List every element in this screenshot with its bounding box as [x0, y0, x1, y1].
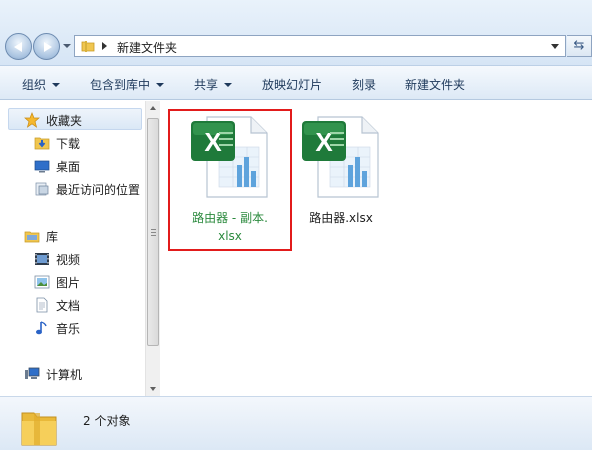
- library-icon: [24, 231, 40, 243]
- file-name-line1: 路由器.xlsx: [309, 211, 373, 225]
- nav-item-music[interactable]: 音乐: [34, 319, 80, 337]
- refresh-button[interactable]: ⇆: [567, 35, 592, 57]
- nav-label: 文档: [56, 298, 81, 313]
- nav-label: 计算机: [46, 367, 83, 382]
- documents-icon: [36, 297, 48, 313]
- refresh-icon: ⇆: [573, 38, 585, 53]
- scroll-up-arrow-icon[interactable]: [150, 106, 156, 110]
- toolbar-organize[interactable]: 组织: [22, 76, 61, 93]
- toolbar-slideshow-label: 放映幻灯片: [262, 78, 323, 92]
- nav-item-pictures[interactable]: 图片: [34, 273, 80, 291]
- recent-pages-dropdown[interactable]: [63, 44, 71, 48]
- back-arrow-icon: [14, 42, 22, 52]
- download-folder-icon: [34, 137, 50, 150]
- computer-icon: [25, 367, 40, 379]
- address-path: 新建文件夹: [117, 41, 178, 55]
- star-icon: [24, 112, 40, 128]
- video-icon: [35, 253, 49, 265]
- toolbar-include-label: 包含到库中: [90, 78, 151, 92]
- scrollbar-thumb[interactable]: [147, 118, 159, 346]
- nav-label: 视频: [56, 252, 81, 267]
- nav-item-documents[interactable]: 文档: [34, 296, 80, 314]
- back-button[interactable]: [5, 33, 32, 60]
- toolbar-burn[interactable]: 刻录: [352, 76, 376, 93]
- forward-button[interactable]: [33, 33, 60, 60]
- nav-item-videos[interactable]: 视频: [34, 250, 80, 268]
- scrollbar-grip-icon: [151, 229, 156, 236]
- nav-label: 图片: [56, 275, 81, 290]
- recent-places-icon: [35, 182, 49, 196]
- nav-label: 最近访问的位置: [56, 182, 141, 197]
- nav-item-desktop[interactable]: 桌面: [34, 157, 80, 175]
- svg-text:X: X: [315, 127, 333, 157]
- toolbar-new-folder[interactable]: 新建文件夹: [405, 76, 465, 93]
- nav-label: 桌面: [56, 159, 81, 174]
- nav-item-downloads[interactable]: 下载: [34, 134, 80, 152]
- scroll-down-arrow-icon[interactable]: [150, 387, 156, 391]
- nav-label: 库: [46, 229, 59, 244]
- nav-item-recent-places[interactable]: 最近访问的位置: [34, 180, 140, 198]
- music-icon: [36, 321, 47, 335]
- forward-arrow-icon: [44, 42, 52, 52]
- pictures-icon: [34, 275, 50, 289]
- nav-item-computer[interactable]: 计算机: [24, 365, 82, 383]
- toolbar-include-in-library[interactable]: 包含到库中: [90, 76, 165, 93]
- nav-label: 收藏夹: [46, 113, 83, 128]
- command-toolbar: 组织 包含到库中 共享 放映幻灯片 刻录 新建文件夹: [0, 66, 592, 100]
- toolbar-slideshow[interactable]: 放映幻灯片: [262, 76, 322, 93]
- nav-scrollbar[interactable]: [145, 101, 160, 396]
- toolbar-share-label: 共享: [194, 78, 219, 92]
- address-box[interactable]: 新建文件夹: [74, 35, 566, 57]
- toolbar-share[interactable]: 共享: [194, 76, 233, 93]
- folder-icon: [81, 41, 95, 52]
- nav-label: 下载: [56, 136, 81, 151]
- toolbar-burn-label: 刻录: [352, 78, 377, 92]
- breadcrumb-separator-icon: [102, 42, 107, 50]
- toolbar-organize-label: 组织: [22, 78, 47, 92]
- file-name: 路由器.xlsx: [286, 209, 396, 227]
- chevron-down-icon: [156, 83, 165, 87]
- folder-icon: [21, 412, 57, 446]
- chevron-down-icon: [224, 83, 233, 87]
- chevron-down-icon: [52, 83, 61, 87]
- highlight-box: [168, 109, 292, 251]
- excel-file-icon: X: [302, 116, 379, 198]
- nav-label: 音乐: [56, 321, 81, 336]
- nav-item-favorites[interactable]: 收藏夹: [24, 111, 82, 129]
- item-count: 2 个对象: [83, 414, 131, 428]
- address-bar-area: 新建文件夹 ⇆: [0, 0, 592, 66]
- details-pane: 2 个对象: [0, 396, 592, 450]
- navigation-pane: 收藏夹 下载 桌面 最近访问的位置 库 视频 图片 文档 音乐 计算机: [0, 101, 160, 396]
- desktop-icon: [34, 160, 50, 173]
- nav-item-libraries[interactable]: 库: [24, 227, 58, 245]
- address-dropdown-icon[interactable]: [551, 44, 559, 49]
- toolbar-new-folder-label: 新建文件夹: [405, 78, 466, 92]
